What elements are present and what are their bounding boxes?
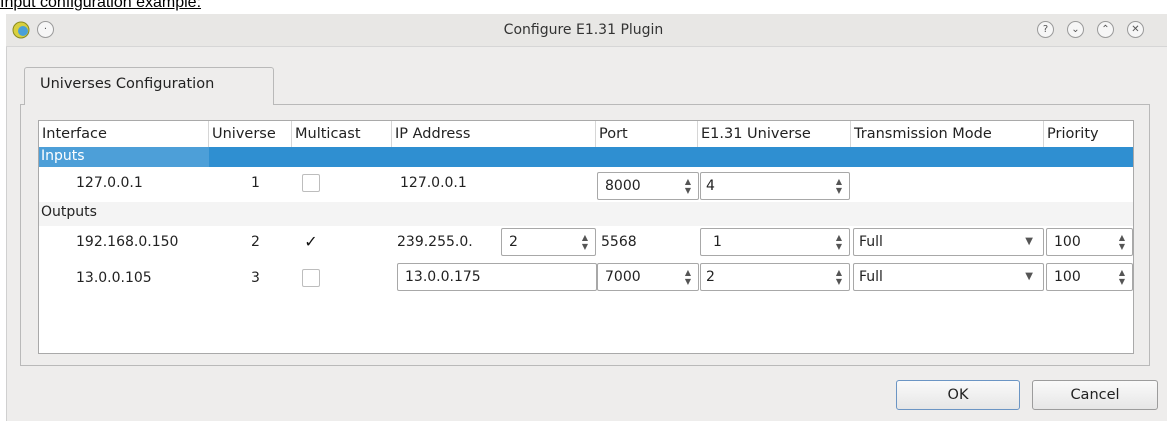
spin-arrows-icon[interactable]: ▲ ▼ [831,229,847,255]
maximize-icon[interactable]: ⌃ [1097,21,1114,38]
output-2-mode-value: Full [859,269,883,285]
help-icon[interactable]: ? [1037,21,1054,38]
output-2-port-value: 7000 [605,269,641,285]
output-1-transmission-mode-select[interactable]: Full ▼ [853,228,1044,256]
output-1-e131-universe-value: 1 [713,234,722,250]
output-2-ip-value: 13.0.0.175 [405,269,481,285]
col-header-transmission-mode[interactable]: Transmission Mode [851,121,1044,147]
output-2-universe: 3 [251,270,260,286]
chevron-down-icon: ▼ [1025,271,1033,282]
minimize-icon[interactable]: ⌄ [1067,21,1084,38]
col-header-port[interactable]: Port [596,121,698,147]
spin-arrows-icon[interactable]: ▲ ▼ [1114,229,1130,255]
output-1-port: 5568 [601,234,637,250]
output-2-interface: 13.0.0.105 [76,270,152,286]
col-header-e131-universe[interactable]: E1.31 Universe [698,121,851,147]
output-2-e131-universe-spinbox[interactable]: 2 ▲ ▼ [700,263,850,291]
output-2-multicast-checkbox[interactable] [302,269,320,287]
input-port-spinbox[interactable]: 8000 ▲ ▼ [597,172,699,200]
output-1-multicast-checkbox[interactable]: ✓ [302,233,320,251]
output-2-port-spinbox[interactable]: 7000 ▲ ▼ [597,263,699,291]
output-2-e131-universe-value: 2 [706,269,715,285]
outputs-group-row[interactable] [39,202,1133,226]
outputs-group-label: Outputs [41,204,97,220]
spin-arrows-icon[interactable]: ▲ ▼ [680,173,696,199]
checkmark-icon: ✓ [304,232,318,251]
col-header-universe[interactable]: Universe [209,121,292,147]
output-2-transmission-mode-select[interactable]: Full ▼ [853,263,1044,291]
output-2-priority-spinbox[interactable]: 100 ▲ ▼ [1046,263,1133,291]
ok-button[interactable]: OK [896,380,1020,410]
output-2-priority-value: 100 [1054,269,1081,285]
col-header-multicast[interactable]: Multicast [292,121,392,147]
spin-arrows-icon[interactable]: ▲ ▼ [1114,264,1130,290]
close-icon[interactable]: ✕ [1127,21,1144,38]
output-1-mode-value: Full [859,234,883,250]
col-header-interface[interactable]: Interface [39,121,209,147]
output-1-priority-value: 100 [1054,234,1081,250]
tab-universes-configuration[interactable]: Universes Configuration [24,67,274,105]
output-1-universe: 2 [251,234,260,250]
output-1-priority-spinbox[interactable]: 100 ▲ ▼ [1046,228,1133,256]
spin-arrows-icon[interactable]: ▲ ▼ [831,264,847,290]
chevron-down-icon: ▼ [1025,236,1033,247]
input-e131-universe-spinbox[interactable]: 4 ▲ ▼ [700,172,850,200]
input-multicast-checkbox[interactable] [302,174,320,192]
output-1-ip-spin-value: 2 [509,234,518,250]
inputs-group-label: Inputs [41,148,85,164]
input-ip-address: 127.0.0.1 [400,175,467,191]
output-2-ip-address-field[interactable]: 13.0.0.175 [397,263,597,291]
input-universe: 1 [251,175,260,191]
spin-arrows-icon[interactable]: ▲ ▼ [831,173,847,199]
caption-link[interactable]: Input configuration example: [0,0,201,12]
input-interface: 127.0.0.1 [76,175,143,191]
col-header-priority[interactable]: Priority [1044,121,1133,147]
cancel-button[interactable]: Cancel [1032,380,1158,410]
spin-arrows-icon[interactable]: ▲ ▼ [577,229,593,255]
output-1-e131-universe-spinbox[interactable]: 1 ▲ ▼ [700,228,850,256]
output-1-ip-spinbox[interactable]: 2 ▲ ▼ [501,228,596,256]
output-1-ip-prefix: 239.255.0. [397,234,473,250]
window-title: Configure E1.31 Plugin [503,22,664,38]
spin-arrows-icon[interactable]: ▲ ▼ [680,264,696,290]
output-1-interface: 192.168.0.150 [76,234,179,250]
col-header-ip-address[interactable]: IP Address [392,121,596,147]
input-e131-universe-value: 4 [706,178,715,194]
input-port-value: 8000 [605,178,641,194]
